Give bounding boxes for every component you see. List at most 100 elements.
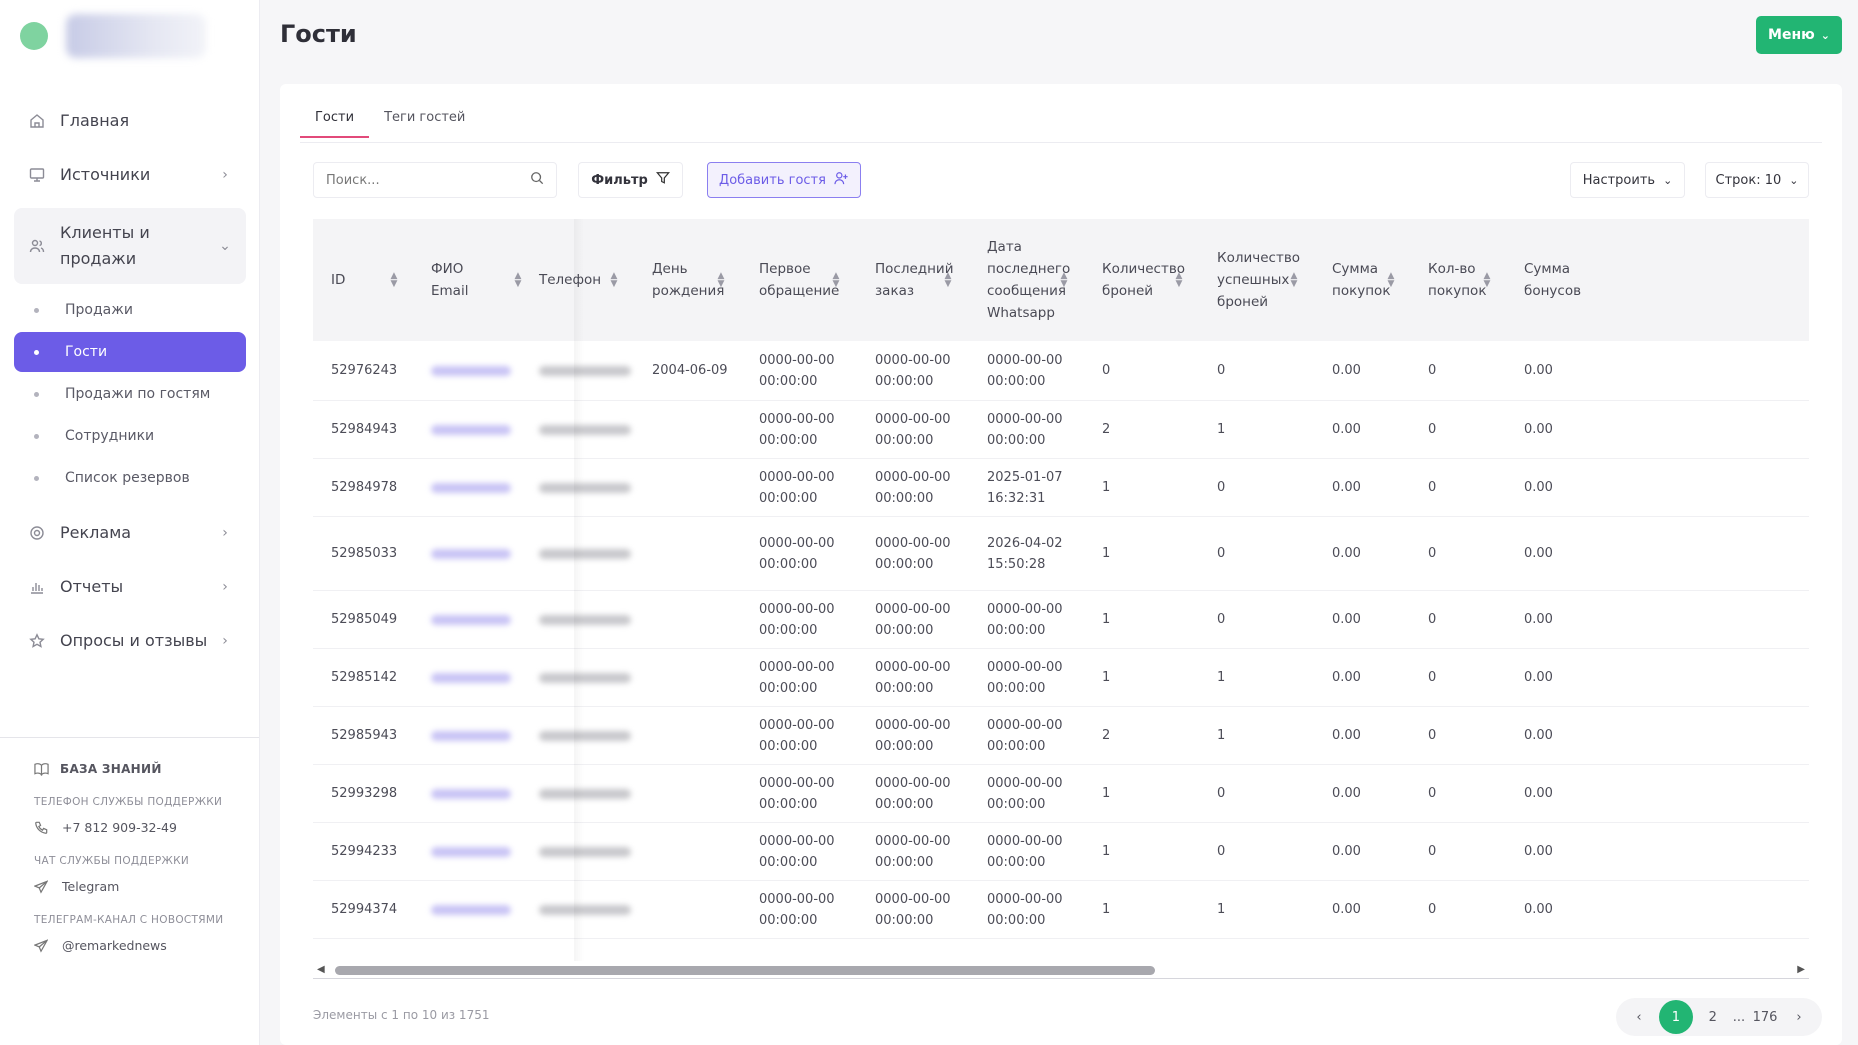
sidebar-item-reports[interactable]: Отчеты › [14,560,246,614]
horizontal-scrollbar[interactable]: ◀ ▶ [313,961,1809,979]
tab-guests[interactable]: Гости [300,108,370,138]
cell-successful-bookings: 0 [1217,823,1225,880]
page-button-2[interactable]: 2 [1699,1010,1727,1025]
date-text: 0000-00-00 [987,833,1063,849]
support-phone-link[interactable]: +7 812 909-32-49 [34,820,259,835]
sort-icon: ▲ ▼ [1175,271,1183,289]
time-text: 00:00:00 [875,680,934,696]
sidebar-item-home[interactable]: Главная [14,94,246,148]
cell-bonus-sum: 0.00 [1524,591,1553,648]
menu-button[interactable]: Меню ⌄ [1756,16,1842,54]
cell-phone [539,341,631,400]
page-button-1[interactable]: 1 [1658,1000,1693,1034]
phone-icon [34,821,50,835]
logo[interactable] [20,14,206,58]
sidebar-nav: Главная Источники › Клиенты и продажи ⌄ … [14,94,246,668]
table-row[interactable]: 52993298 0000-00-00 00:00:00 0000-00-00 00:0… [313,765,1809,823]
scroll-left-icon[interactable]: ◀ [317,964,325,975]
filter-button[interactable]: Фильтр [578,162,683,198]
column-header-purchase-count[interactable]: Кол-во покупок ▲ ▼ [1428,219,1492,341]
date-text: 0000-00-00 [875,469,951,485]
cell-id-text: 52984943 [331,422,398,437]
star-icon [28,632,46,650]
support-chat-link[interactable]: Telegram [34,879,259,894]
cell-datetime: 0000-00-00 00:00:00 [875,657,951,699]
date-text: 0000-00-00 [759,411,835,427]
table-row[interactable]: 52985049 0000-00-00 00:00:00 0000-00-00 00:0… [313,591,1809,649]
scroll-right-icon[interactable]: ▶ [1797,964,1805,975]
column-header-bookings[interactable]: Количество броней ▲ ▼ [1102,219,1185,341]
cell-purchase-count-text: 0 [1428,786,1437,801]
news-channel-link[interactable]: @remarkednews [34,938,259,953]
column-header-birthday[interactable]: День рождения ▲ ▼ [652,219,726,341]
fio-email-redacted [431,482,511,493]
scrollbar-thumb[interactable] [335,966,1155,975]
bullet [34,349,39,355]
next-page-icon[interactable]: › [1785,1010,1813,1025]
cell-datetime: 0000-00-00 00:00:00 [759,831,835,873]
cell-bonus-sum-text: 0.00 [1524,786,1553,801]
table-row[interactable]: 52985142 0000-00-00 00:00:00 0000-00-00 00:0… [313,649,1809,707]
cell-bonus-sum: 0.00 [1524,459,1553,516]
column-header-successful-bookings[interactable]: Количество успешных броней ▲ ▼ [1217,219,1300,341]
cell-phone [539,707,631,764]
table-row[interactable]: 52985033 0000-00-00 00:00:00 0000-00-00 00:0… [313,517,1809,591]
cell-datetime: 0000-00-00 00:00:00 [987,831,1063,873]
cell-datetime: 2026-04-02 15:50:28 [987,533,1063,575]
cell-purchase-count: 0 [1428,823,1436,880]
cell-first-contact: 0000-00-00 00:00:00 [759,401,835,458]
table-row[interactable]: 52994374 0000-00-00 00:00:00 0000-00-00 00:0… [313,881,1809,939]
cell-bonus-sum-text: 0.00 [1524,422,1553,437]
table-row[interactable]: 52984978 0000-00-00 00:00:00 0000-00-00 00:0… [313,459,1809,517]
cell-bonus-sum: 0.00 [1524,765,1553,822]
customize-button[interactable]: Настроить ⌄ [1570,162,1685,198]
table-row[interactable]: 52994233 0000-00-00 00:00:00 0000-00-00 00:0… [313,823,1809,881]
page-button-last[interactable]: 176 [1751,1010,1779,1025]
sidebar-item-clients-sales[interactable]: Клиенты и продажи ⌄ [14,208,246,284]
column-header-label: Кол-во покупок [1428,261,1487,299]
cell-id: 52984943 [331,401,397,458]
tabs-divider [300,142,1822,143]
cell-purchase-count: 0 [1428,765,1436,822]
sidebar-item-surveys[interactable]: Опросы и отзывы › [14,614,246,668]
table-row[interactable]: 52976243 2004-06-09 0000-00-00 00:00:00 0000… [313,341,1809,401]
cell-first-contact: 0000-00-00 00:00:00 [759,517,835,590]
cell-bookings-text: 1 [1102,844,1111,859]
column-header-last-order[interactable]: Последний заказ ▲ ▼ [875,219,953,341]
table-row[interactable]: 52984943 0000-00-00 00:00:00 0000-00-00 00:0… [313,401,1809,459]
column-header-first-contact[interactable]: Первое обращение ▲ ▼ [759,219,841,341]
sidebar-item-ads[interactable]: Реклама › [14,506,246,560]
knowledge-base-link[interactable]: БАЗА ЗНАНИЙ [34,762,259,776]
rows-per-page-select[interactable]: Строк: 10 ⌄ [1705,162,1809,198]
cell-datetime: 0000-00-00 00:00:00 [987,350,1063,392]
add-guest-button[interactable]: Добавить гостя [707,162,861,198]
bullet [34,433,39,439]
date-text: 0000-00-00 [759,469,835,485]
cell-bookings: 1 [1102,765,1110,822]
phone-redacted [539,548,631,559]
column-header-id[interactable]: ID ▲ ▼ [331,219,399,341]
column-header-bonus-sum[interactable]: Сумма бонусов [1524,219,1584,341]
sort-icon: ▲ ▼ [1060,271,1068,289]
time-text: 00:00:00 [875,912,934,928]
sidebar-subitem-sales-by-guest[interactable]: Продажи по гостям [14,374,246,414]
search-input[interactable]: Поиск... [313,162,557,198]
cell-datetime: 0000-00-00 00:00:00 [759,409,835,451]
tab-guest-tags[interactable]: Теги гостей [369,108,480,138]
column-header-last-whatsapp[interactable]: Дата последнего сообщения Whatsapp ▲ ▼ [987,219,1070,341]
date-text: 0000-00-00 [759,601,835,617]
sort-icon: ▲ ▼ [717,271,725,289]
sidebar-subitem-sales[interactable]: Продажи [14,290,246,330]
news-caption: ТЕЛЕГРАМ-КАНАЛ С НОВОСТЯМИ [34,914,224,926]
column-header-fio[interactable]: ФИО Email ▲ ▼ [431,219,523,341]
table-row[interactable]: 52985943 0000-00-00 00:00:00 0000-00-00 00:0… [313,707,1809,765]
sidebar-subitem-guests[interactable]: Гости [14,332,246,372]
sidebar-subitem-staff[interactable]: Сотрудники [14,416,246,456]
time-text: 00:00:00 [987,854,1046,870]
column-header-purchase-sum[interactable]: Сумма покупок ▲ ▼ [1332,219,1396,341]
cell-id: 52994374 [331,881,397,938]
prev-page-icon[interactable]: ‹ [1625,1010,1653,1025]
sidebar-subitem-reservations[interactable]: Список резервов [14,458,246,498]
sidebar-item-sources[interactable]: Источники › [14,148,246,202]
time-text: 00:00:00 [875,556,934,572]
